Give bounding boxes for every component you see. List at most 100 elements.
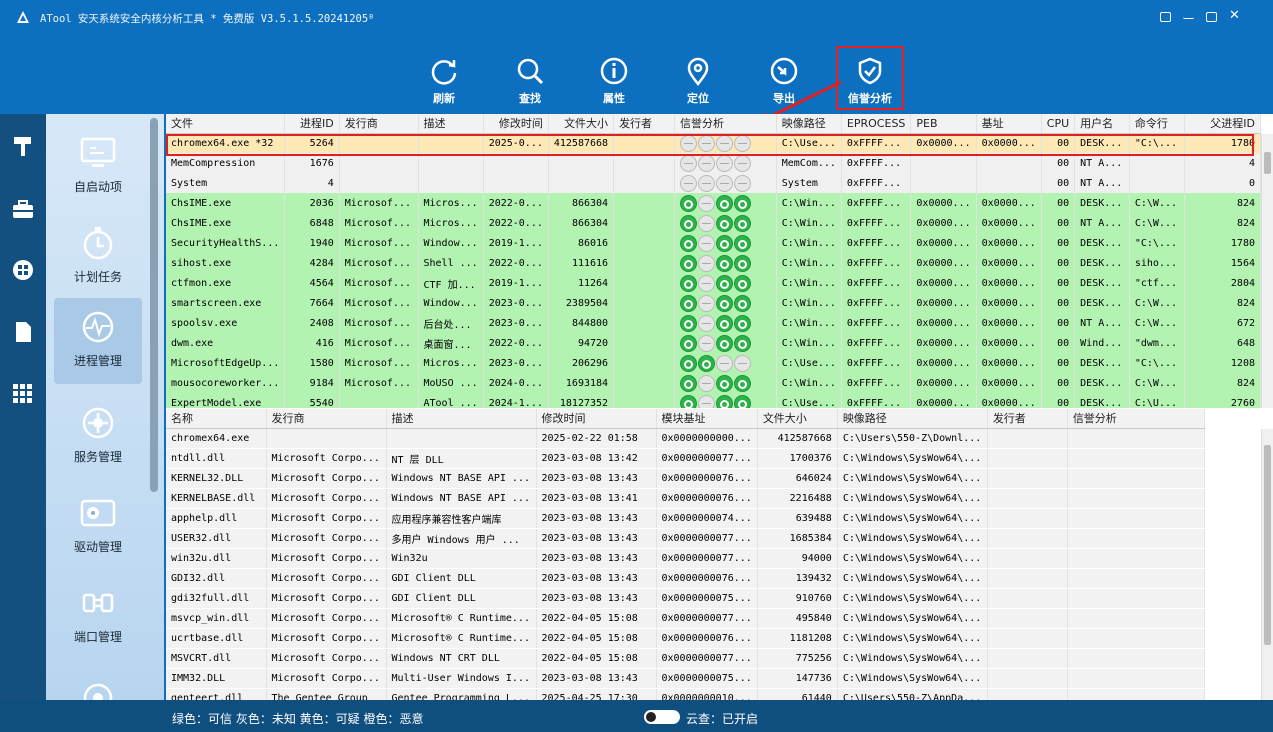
menu-icon[interactable]: [1160, 12, 1171, 22]
module-row[interactable]: GDI32.dll Microsoft Corpo... GDI Client DL…: [166, 568, 1205, 589]
export-button[interactable]: 导出: [754, 48, 814, 108]
column-header[interactable]: EPROCESS: [841, 114, 912, 134]
process-cell: "ctf...: [1129, 273, 1185, 293]
process-cell: Microsof...: [339, 373, 419, 393]
module-cell: C:\Users\550-Z\Downl...: [837, 428, 988, 449]
module-scrollbar[interactable]: [1261, 429, 1273, 700]
hammer-icon[interactable]: [11, 134, 35, 158]
module-cell: C:\Windows\SysWow64\...: [837, 668, 988, 689]
close-icon[interactable]: ✕: [1229, 8, 1240, 23]
module-row[interactable]: apphelp.dll Microsoft Corpo... 应用程序兼容性客户端库…: [166, 508, 1205, 529]
process-cell: ChsIME.exe: [166, 193, 286, 213]
module-row[interactable]: MSVCRT.dll Microsoft Corpo... Windows NT C…: [166, 648, 1205, 669]
document-icon[interactable]: [11, 320, 35, 344]
nav-item-driver-manager[interactable]: 驱动管理: [54, 484, 142, 570]
process-row[interactable]: ChsIME.exe 6848 Microsof... Micros... 2022-0…: [166, 213, 1261, 233]
process-table: 文件 进程ID 发行商 描述 修改时间 文件大小 发行者 信誉分析 映像路径 EPROCESS PE…: [166, 114, 1261, 408]
column-header[interactable]: 发行商: [266, 409, 387, 429]
column-header[interactable]: PEB: [910, 114, 977, 134]
process-row[interactable]: dwm.exe 416 Microsof... 桌面窗... 2022-0... 9472…: [166, 333, 1261, 353]
column-header[interactable]: 名称: [166, 409, 267, 429]
column-header[interactable]: 映像路径: [776, 114, 842, 134]
process-row[interactable]: mousocoreworker... 9184 Microsof... MoUSO .…: [166, 373, 1261, 393]
trusted-seal-icon: [734, 375, 752, 392]
nav-scrollbar[interactable]: [150, 118, 158, 492]
module-row[interactable]: USER32.dll Microsoft Corpo... 多用户 Windows …: [166, 528, 1205, 549]
column-header[interactable]: 进程ID: [284, 114, 340, 134]
nav-item-service-manager[interactable]: 服务管理: [54, 394, 142, 480]
module-cell: 0x0000000075...: [656, 588, 758, 609]
module-cell: [1067, 568, 1205, 589]
module-row[interactable]: chromex64.exe 2025-02-22 01:58 0x000000000…: [166, 428, 1205, 449]
find-button[interactable]: 查找: [500, 48, 560, 108]
column-header[interactable]: 模块基址: [656, 409, 758, 429]
column-header[interactable]: CPU: [1041, 114, 1076, 134]
module-row[interactable]: msvcp_win.dll Microsoft Corpo... Microsoft…: [166, 608, 1205, 629]
nav-item-startup[interactable]: 自启动项: [54, 124, 142, 210]
process-scroll-thumb[interactable]: [1264, 152, 1271, 174]
column-header[interactable]: 用户名: [1074, 114, 1130, 134]
column-header[interactable]: 文件大小: [548, 114, 615, 134]
trusted-seal-icon: [716, 315, 734, 332]
process-row[interactable]: MemCompression 1676 MemCom... 0xFFFF... 00 NT…: [166, 153, 1261, 173]
column-header[interactable]: 父进程ID: [1184, 114, 1261, 134]
nav-item-port-manager[interactable]: 端口管理: [54, 574, 142, 660]
apps-grid-icon[interactable]: [11, 382, 35, 406]
column-header[interactable]: 基址: [976, 114, 1042, 134]
process-cell: 00: [1041, 393, 1076, 408]
process-row[interactable]: SecurityHealthS... 1940 Microsof... Window.…: [166, 233, 1261, 253]
toolbox-icon[interactable]: [11, 198, 35, 222]
column-header[interactable]: 发行者: [987, 409, 1068, 429]
process-cell: smartscreen.exe: [166, 293, 286, 313]
nav-item-process-manager[interactable]: 进程管理: [54, 298, 142, 384]
column-header[interactable]: 描述: [386, 409, 537, 429]
process-row[interactable]: ExpertModel.exe 5540 ATool ... 2024-1... 181…: [166, 393, 1261, 408]
atool-logo-icon: [17, 11, 29, 23]
column-header[interactable]: 发行商: [339, 114, 419, 134]
nav-item-scheduled-tasks[interactable]: 计划任务: [54, 214, 142, 300]
process-cell: Microsof...: [339, 233, 419, 253]
module-row[interactable]: win32u.dll Microsoft Corpo... Win32u 2023-0…: [166, 548, 1205, 569]
cloud-query-toggle[interactable]: [644, 710, 680, 724]
module-row[interactable]: ucrtbase.dll Microsoft Corpo... Microsoft®…: [166, 628, 1205, 649]
module-row[interactable]: IMM32.DLL Microsoft Corpo... Multi-User Wi…: [166, 668, 1205, 689]
module-row[interactable]: KERNELBASE.dll Microsoft Corpo... Windows …: [166, 488, 1205, 509]
reputation-cell: [674, 353, 777, 373]
process-row[interactable]: chromex64.exe *32 5264 2025-0... 412587668 C…: [166, 133, 1261, 153]
module-cell: [987, 628, 1068, 649]
column-header[interactable]: 修改时间: [483, 114, 549, 134]
module-cell: [987, 488, 1068, 509]
reputation-analysis-button[interactable]: 信誉分析: [836, 46, 904, 110]
column-header[interactable]: 修改时间: [536, 409, 657, 429]
column-header[interactable]: 文件大小: [757, 409, 838, 429]
column-header[interactable]: 描述: [418, 114, 484, 134]
column-header[interactable]: 信誉分析: [674, 114, 777, 134]
process-row[interactable]: System 4 System 0xFFFF... 00 NT A... 0: [166, 173, 1261, 193]
process-row[interactable]: ctfmon.exe 4564 Microsof... CTF 加... 2019-1.…: [166, 273, 1261, 293]
column-header[interactable]: 映像路径: [837, 409, 988, 429]
disk-drive-icon: [80, 499, 116, 527]
locate-button[interactable]: 定位: [668, 48, 728, 108]
column-header[interactable]: 文件: [166, 114, 286, 134]
module-row[interactable]: genteert.dll The Gentee Group Gentee Progr…: [166, 688, 1205, 700]
process-row[interactable]: ChsIME.exe 2036 Microsof... Micros... 2022-0…: [166, 193, 1261, 213]
module-row[interactable]: ntdll.dll Microsoft Corpo... NT 层 DLL 2023-…: [166, 448, 1205, 469]
module-row[interactable]: gdi32full.dll Microsoft Corpo... GDI Clien…: [166, 588, 1205, 609]
column-header[interactable]: 发行者: [613, 114, 676, 134]
properties-button[interactable]: 属性: [584, 48, 644, 108]
minimize-icon[interactable]: [1183, 12, 1194, 19]
nav-item-more[interactable]: [54, 664, 142, 700]
column-header[interactable]: 命令行: [1129, 114, 1185, 134]
module-scroll-thumb[interactable]: [1264, 445, 1271, 645]
trusted-seal-icon: [680, 315, 698, 332]
windows-icon[interactable]: [11, 258, 35, 282]
process-row[interactable]: smartscreen.exe 7664 Microsof... Window... 2…: [166, 293, 1261, 313]
module-row[interactable]: KERNEL32.DLL Microsoft Corpo... Windows NT…: [166, 468, 1205, 489]
process-row[interactable]: spoolsv.exe 2408 Microsof... 后台处... 2023-0..…: [166, 313, 1261, 333]
process-row[interactable]: sihost.exe 4284 Microsof... Shell ... 2022-0…: [166, 253, 1261, 273]
process-scrollbar[interactable]: [1261, 134, 1273, 408]
process-row[interactable]: MicrosoftEdgeUp... 1580 Microsof... Micros.…: [166, 353, 1261, 373]
refresh-button[interactable]: 刷新: [414, 48, 474, 108]
maximize-icon[interactable]: [1206, 12, 1217, 22]
column-header[interactable]: 信誉分析: [1067, 409, 1205, 429]
